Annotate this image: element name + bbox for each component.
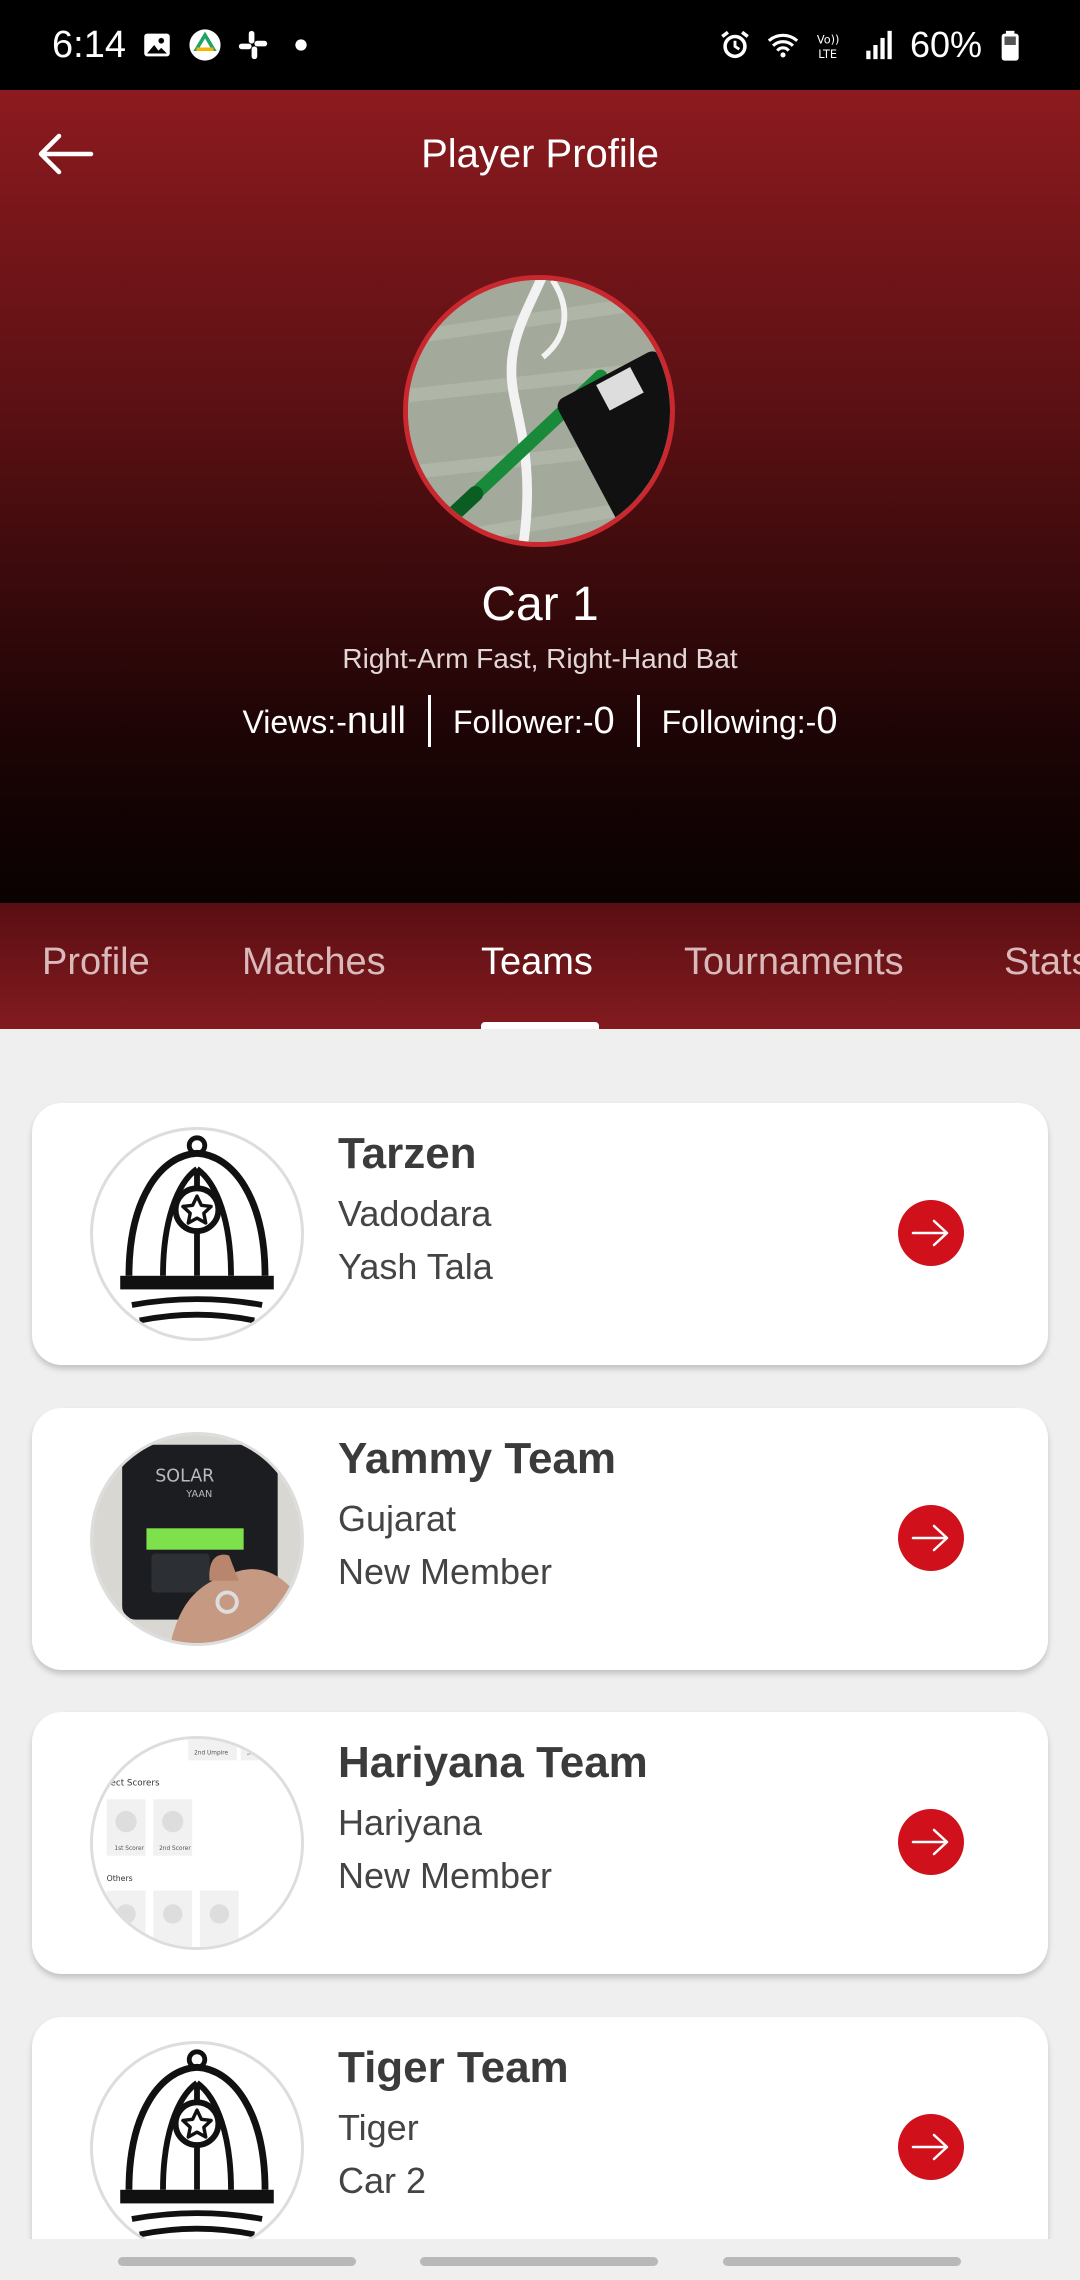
svg-text:LTE: LTE [818,47,837,61]
stats-row: Views:- null Follower:- 0 Following:- 0 [0,695,1080,747]
signal-icon [862,28,896,62]
team-role: Car 2 [338,2160,427,2201]
battery-icon [996,28,1030,62]
svg-text:1st Scorer: 1st Scorer [114,1846,144,1852]
team-city: Hariyana [338,1802,483,1843]
open-team-button[interactable] [898,1505,964,1571]
follower-label: Follower:- [453,703,594,740]
arrow-right-icon [911,1524,949,1552]
recents-nav-handle[interactable] [118,2257,356,2266]
views-value: null [346,699,406,742]
team-city: Gujarat [338,1498,457,1539]
following-label: Following:- [661,703,817,740]
slack-icon [236,28,270,62]
tab-stats[interactable]: Stats [1004,941,1080,984]
svg-text:2nd Umpire: 2nd Umpire [194,1751,228,1757]
gallery-icon [140,28,174,62]
team-name: Tarzen [338,1129,477,1178]
views-stat: Views:- null [221,700,428,743]
cap-logo-icon [120,1135,274,1324]
arrow-right-icon [911,2133,949,2161]
status-time: 6:14 [52,23,126,66]
team-card[interactable]: 2nd Umpire 3rd Umpire elect Scorers 1st … [32,1712,1048,1974]
open-team-button[interactable] [898,2114,964,2180]
svg-text:3rd Umpire: 3rd Umpire [247,1751,280,1757]
team-role: Yash Tala [338,1246,493,1287]
team-role: New Member [338,1855,553,1896]
system-nav-bar [0,2239,1080,2280]
cap-logo-icon [120,2049,274,2238]
team-card[interactable]: Tiger Team Tiger Car 2 [32,2017,1048,2239]
player-name: Car 1 [481,578,599,631]
svg-text:2nd Scorer: 2nd Scorer [159,1846,191,1852]
team-logo [90,1127,304,1341]
team-city: Tiger [338,2107,419,2148]
screenshot-logo-icon: 2nd Umpire 3rd Umpire elect Scorers 1st … [93,1739,301,1947]
player-avatar[interactable] [403,275,675,547]
open-team-button[interactable] [898,1200,964,1266]
tab-teams[interactable]: Teams [481,941,593,984]
tab-bar: Profile Matches Teams Tournaments Stats [0,903,1080,1029]
team-city: Vadodara [338,1193,492,1234]
team-name: Yammy Team [338,1434,617,1483]
drive-icon [188,28,222,62]
open-team-button[interactable] [898,1809,964,1875]
dot-icon [284,28,318,62]
back-nav-handle[interactable] [723,2257,961,2266]
follower-value: 0 [593,699,615,742]
svg-text:YAAN: YAAN [185,1489,212,1500]
tab-matches[interactable]: Matches [242,941,386,984]
status-right: Vo)) LTE 60% [718,24,1030,66]
photo-logo-icon: SOLAR YAAN [93,1435,301,1643]
status-bar: 6:14 Vo)) LTE 60% [0,0,1080,90]
team-logo: SOLAR YAAN [90,1432,304,1646]
tab-tournaments[interactable]: Tournaments [684,941,904,984]
svg-text:Others: Others [107,1874,133,1883]
home-nav-handle[interactable] [420,2257,658,2266]
avatar-photo [408,280,670,542]
follower-stat[interactable]: Follower:- 0 [431,700,637,743]
team-role: New Member [338,1551,553,1592]
team-list: Tarzen Vadodara Yash Tala SOLAR YAAN Yam… [0,1029,1080,2239]
views-label: Views:- [242,703,347,740]
team-logo [90,2041,304,2239]
alarm-icon [718,28,752,62]
profile-header: Player Profile Car 1 Right-Arm Fast, Rig… [0,90,1080,903]
active-tab-indicator [481,1022,599,1029]
arrow-right-icon [911,1219,949,1247]
page-title: Player Profile [421,132,659,176]
team-logo: 2nd Umpire 3rd Umpire elect Scorers 1st … [90,1736,304,1950]
player-style: Right-Arm Fast, Right-Hand Bat [342,643,738,674]
following-stat[interactable]: Following:- 0 [640,700,860,743]
svg-text:elect Scorers: elect Scorers [103,1779,160,1789]
team-name: Hariyana Team [338,1738,648,1787]
team-name: Tiger Team [338,2043,569,2092]
svg-text:Vo)): Vo)) [817,33,840,47]
following-value: 0 [816,699,838,742]
wifi-icon [766,28,800,62]
battery-percent: 60% [909,24,982,65]
arrow-right-icon [911,1828,949,1856]
team-card[interactable]: SOLAR YAAN Yammy Team Gujarat New Member [32,1408,1048,1670]
volte-icon: Vo)) LTE [814,28,848,62]
team-card[interactable]: Tarzen Vadodara Yash Tala [32,1103,1048,1365]
status-left: 6:14 [52,24,318,67]
solar-yaan-logo-text: SOLAR [155,1467,214,1487]
tab-profile[interactable]: Profile [42,941,150,984]
